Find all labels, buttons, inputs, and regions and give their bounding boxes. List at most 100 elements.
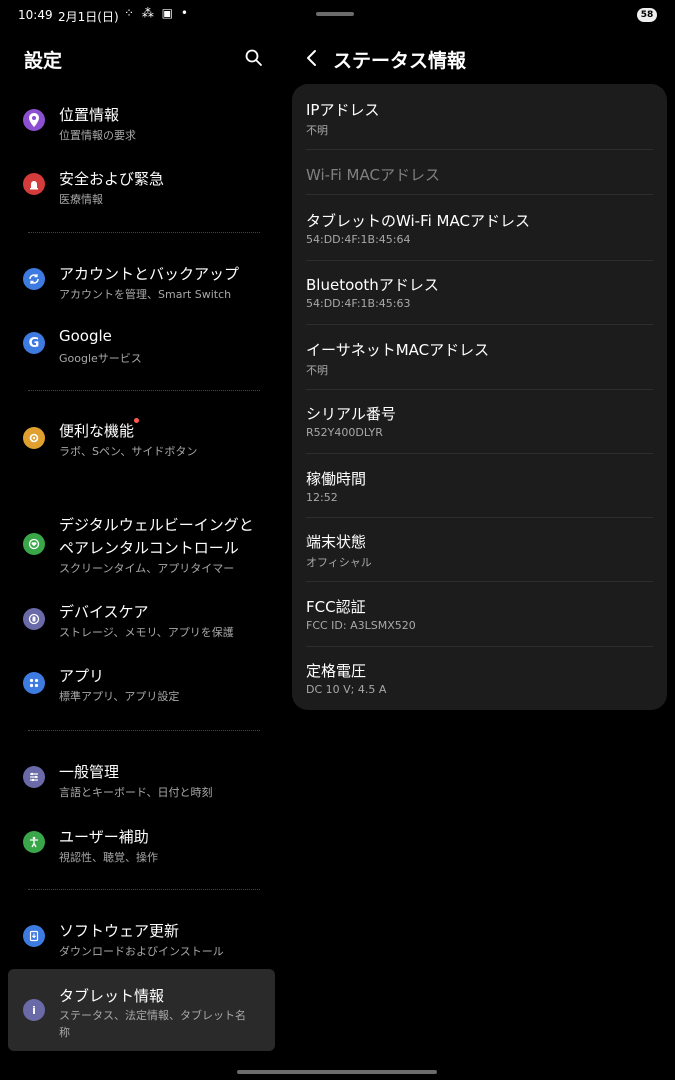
item-subtitle: ラボ、Sペン、サイドボタン [59, 445, 198, 458]
row-divider [306, 389, 653, 390]
section-divider [28, 889, 260, 890]
info-row-ethernet-mac: イーサネットMACアドレス 不明 [306, 339, 653, 379]
item-title: アカウントとバックアップ [59, 265, 240, 283]
item-subtitle: ストレージ、メモリ、アプリを保護 [59, 626, 234, 639]
info-row-device-status: 端末状態 オフィシャル [306, 531, 653, 571]
item-title: デバイスケア [59, 603, 149, 621]
status-time: 10:49 [18, 8, 53, 22]
info-row-tablet-wifi-mac: タブレットのWi-Fi MACアドレス 54:DD:4F:1B:45:64 [306, 210, 653, 250]
row-label: Bluetoothアドレス [306, 276, 439, 294]
row-value: 54:DD:4F:1B:45:64 [306, 233, 411, 246]
sync-icon [23, 268, 45, 290]
row-label: FCC認証 [306, 598, 366, 616]
item-subtitle: スクリーンタイム、アプリタイマー [59, 562, 235, 575]
device-care-icon [23, 608, 45, 630]
section-divider [28, 232, 260, 233]
item-subtitle: 位置情報の要求 [59, 129, 136, 142]
item-subtitle: Googleサービス [59, 352, 142, 365]
section-divider [28, 730, 260, 731]
item-title: デジタルウェルビーイングと [59, 516, 254, 534]
row-label: タブレットのWi-Fi MACアドレス [306, 212, 530, 230]
siren-icon [23, 173, 45, 195]
row-value: 不明 [306, 124, 328, 137]
settings-item-software-update[interactable]: ソフトウェア更新 ダウンロードおよびインストール [8, 912, 275, 964]
row-divider [306, 453, 653, 454]
settings-item-safety[interactable]: 安全および緊急 医療情報 [8, 160, 275, 212]
accessibility-icon [23, 831, 45, 853]
row-divider [306, 324, 653, 325]
software-update-icon [23, 925, 45, 947]
item-subtitle: ステータス、法定情報、タブレット名 [59, 1009, 246, 1022]
item-title: ソフトウェア更新 [59, 922, 180, 940]
row-divider [306, 517, 653, 518]
item-title: 便利な機能 [59, 422, 135, 440]
settings-item-accounts[interactable]: アカウントとバックアップ アカウントを管理、Smart Switch [8, 255, 275, 307]
row-label: 稼働時間 [306, 470, 367, 488]
item-title: 安全および緊急 [59, 170, 165, 188]
settings-item-general-management[interactable]: 一般管理 言語とキーボード、日付と時刻 [8, 753, 275, 805]
row-value: 54:DD:4F:1B:45:63 [306, 297, 411, 310]
info-row-rated-voltage: 定格電圧 DC 10 V; 4.5 A [306, 660, 653, 700]
row-divider [306, 646, 653, 647]
item-subtitle: ダウンロードおよびインストール [59, 945, 224, 958]
gesture-nav-handle[interactable] [237, 1070, 437, 1074]
status-info-card: IPアドレス 不明 Wi-Fi MACアドレス タブレットのWi-Fi MACア… [292, 84, 667, 710]
row-divider [306, 260, 653, 261]
info-row-wifi-mac: Wi-Fi MACアドレス [306, 164, 653, 194]
google-icon: G [23, 332, 45, 354]
row-label: シリアル番号 [306, 405, 396, 423]
item-subtitle: 言語とキーボード、日付と時刻 [59, 786, 213, 799]
star-gear-icon [23, 427, 45, 449]
item-title: 位置情報 [59, 106, 120, 124]
row-label: IPアドレス [306, 101, 380, 119]
back-arrow-icon[interactable] [303, 48, 321, 68]
info-icon: i [23, 999, 45, 1021]
row-label: Wi-Fi MACアドレス [306, 166, 440, 184]
info-row-bluetooth: Bluetoothアドレス 54:DD:4F:1B:45:63 [306, 274, 653, 314]
row-value: オフィシャル [306, 556, 372, 569]
item-subtitle: 視認性、聴覚、操作 [59, 851, 158, 864]
item-subtitle: アカウントを管理、Smart Switch [59, 288, 232, 301]
sliders-icon [23, 766, 45, 788]
item-subtitle: 医療情報 [59, 193, 103, 206]
status-bar: 10:49 2月1日(日) ⁘ ⁂ ▣ • 58 [0, 0, 675, 32]
heart-circle-icon [23, 533, 45, 555]
item-subtitle: 標準アプリ、アプリ設定 [59, 690, 180, 703]
row-value: DC 10 V; 4.5 A [306, 683, 387, 696]
item-title: ユーザー補助 [59, 828, 149, 846]
item-title-line2: ペアレンタルコントロール [59, 539, 239, 557]
section-divider [28, 390, 260, 391]
settings-item-location[interactable]: 位置情報 位置情報の要求 [8, 96, 275, 148]
apps-grid-icon [23, 672, 45, 694]
info-row-uptime: 稼働時間 12:52 [306, 468, 653, 508]
row-divider [306, 581, 653, 582]
row-value: FCC ID: A3LSMX520 [306, 619, 416, 632]
row-label: 端末状態 [306, 533, 367, 551]
row-divider [306, 149, 653, 150]
settings-item-google[interactable]: G Google Googleサービス [8, 319, 275, 371]
settings-item-apps[interactable]: アプリ 標準アプリ、アプリ設定 [8, 659, 275, 711]
settings-item-advanced-features[interactable]: 便利な機能 ラボ、Sペン、サイドボタン [8, 414, 275, 466]
settings-item-accessibility[interactable]: ユーザー補助 視認性、聴覚、操作 [8, 818, 275, 870]
search-icon[interactable] [244, 48, 264, 68]
row-value: 12:52 [306, 491, 338, 504]
settings-item-digital-wellbeing[interactable]: デジタルウェルビーイングと ペアレンタルコントロール スクリーンタイム、アプリタ… [8, 508, 275, 580]
info-row-serial-number: シリアル番号 R52Y400DLYR [306, 403, 653, 443]
page-title: ステータス情報 [333, 50, 467, 72]
item-title: タブレット情報 [59, 987, 165, 1005]
settings-item-device-care[interactable]: デバイスケア ストレージ、メモリ、アプリを保護 [8, 595, 275, 647]
row-label: 定格電圧 [306, 662, 367, 680]
info-row-fcc: FCC認証 FCC ID: A3LSMX520 [306, 596, 653, 636]
item-title: 一般管理 [59, 763, 120, 781]
item-title: Google [59, 327, 112, 345]
battery-icon: 58 [637, 8, 657, 22]
row-value: R52Y400DLYR [306, 426, 383, 439]
row-divider [306, 194, 653, 195]
multiwindow-handle[interactable] [316, 12, 354, 16]
settings-item-tablet-info[interactable]: i タブレット情報 ステータス、法定情報、タブレット名 称 [8, 969, 275, 1051]
info-row-ip-address: IPアドレス 不明 [306, 99, 653, 139]
status-notification-icons: ⁘ ⁂ ▣ • [124, 6, 190, 20]
settings-title: 設定 [24, 50, 63, 72]
new-badge-dot [134, 418, 139, 423]
row-value: 不明 [306, 364, 328, 377]
